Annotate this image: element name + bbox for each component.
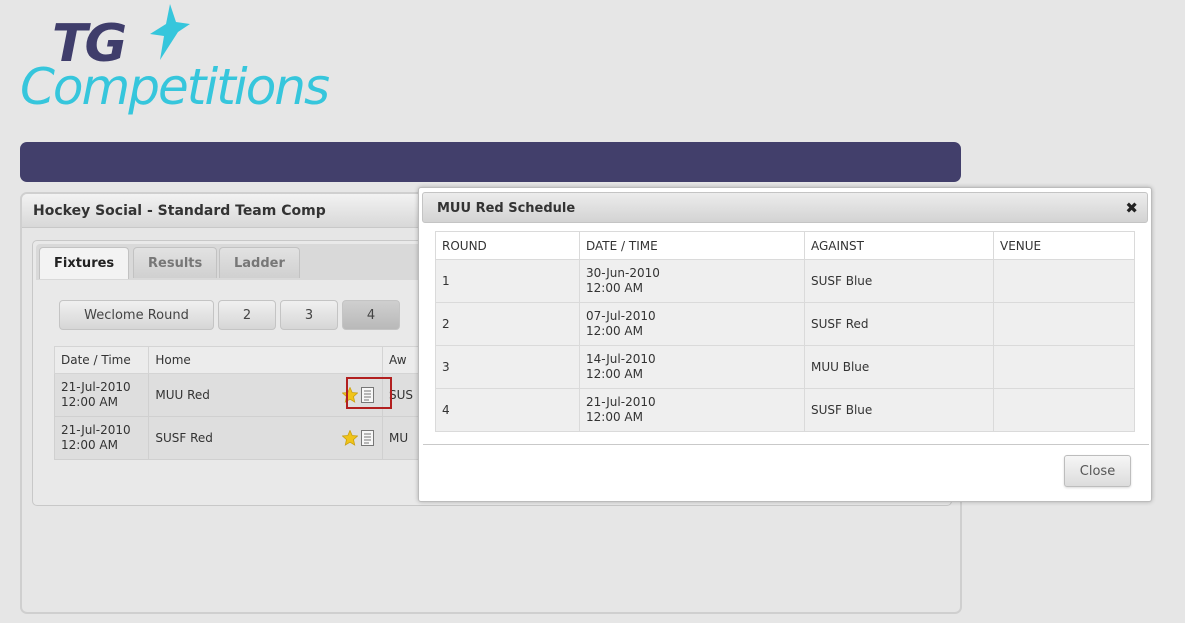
schedule-venue [993, 302, 1135, 346]
col-venue: VENUE [993, 231, 1135, 260]
table-row: 4 21-Jul-2010 12:00 AM SUSF Blue [435, 388, 1135, 432]
round-button-4[interactable]: 4 [342, 300, 400, 330]
schedule-time: 12:00 AM [586, 367, 643, 381]
schedule-table: ROUND DATE / TIME AGAINST VENUE 1 30-Jun… [435, 231, 1135, 432]
schedule-round: 3 [435, 345, 580, 389]
schedule-dialog: MUU Red Schedule ✖ ROUND DATE / TIME AGA… [418, 187, 1152, 502]
round-button-2[interactable]: 2 [218, 300, 276, 330]
close-icon[interactable]: ✖ [1125, 199, 1138, 217]
round-button-welcome[interactable]: Weclome Round [59, 300, 214, 330]
table-row: 21-Jul-2010 12:00 AM SUSF Red MU [53, 416, 421, 460]
schedule-date: 07-Jul-2010 [586, 309, 656, 323]
dialog-title: MUU Red Schedule [437, 201, 576, 216]
fixture-date: 21-Jul-2010 [61, 423, 131, 437]
home-team: MUU Red [155, 388, 210, 402]
table-row: 2 07-Jul-2010 12:00 AM SUSF Red [435, 302, 1135, 346]
schedule-venue [993, 345, 1135, 389]
fixture-time: 12:00 AM [61, 438, 118, 452]
schedule-date: 30-Jun-2010 [586, 266, 660, 280]
close-button[interactable]: Close [1064, 455, 1131, 487]
schedule-datetime: 30-Jun-2010 12:00 AM [579, 259, 805, 303]
main-nav-bar [20, 142, 961, 182]
schedule-datetime: 07-Jul-2010 12:00 AM [579, 302, 805, 346]
star-icon[interactable] [341, 430, 358, 446]
fixture-datetime: 21-Jul-2010 12:00 AM [53, 416, 150, 460]
col-date-time: Date / Time [53, 346, 150, 374]
table-row: 1 30-Jun-2010 12:00 AM SUSF Blue [435, 259, 1135, 303]
col-date-time: DATE / TIME [579, 231, 805, 260]
schedule-round: 4 [435, 388, 580, 432]
round-button-3[interactable]: 3 [280, 300, 338, 330]
schedule-against: SUSF Blue [804, 259, 994, 303]
schedule-datetime: 21-Jul-2010 12:00 AM [579, 388, 805, 432]
fixture-time: 12:00 AM [61, 395, 118, 409]
schedule-datetime: 14-Jul-2010 12:00 AM [579, 345, 805, 389]
logo-star-icon [150, 4, 190, 60]
col-against: AGAINST [804, 231, 994, 260]
col-round: ROUND [435, 231, 580, 260]
schedule-round: 2 [435, 302, 580, 346]
col-away: Aw [381, 346, 421, 374]
tab-ladder[interactable]: Ladder [219, 247, 300, 278]
schedule-date: 21-Jul-2010 [586, 395, 656, 409]
schedule-against: SUSF Blue [804, 388, 994, 432]
fixture-datetime: 21-Jul-2010 12:00 AM [53, 373, 150, 417]
fixture-date: 21-Jul-2010 [61, 380, 131, 394]
schedule-venue [993, 388, 1135, 432]
schedule-venue [993, 259, 1135, 303]
schedule-time: 12:00 AM [586, 324, 643, 338]
table-row: 3 14-Jul-2010 12:00 AM MUU Blue [435, 345, 1135, 389]
schedule-time: 12:00 AM [586, 281, 643, 295]
tab-fixtures[interactable]: Fixtures [39, 247, 130, 279]
fixture-away: MU [381, 416, 421, 460]
schedule-time: 12:00 AM [586, 410, 643, 424]
fixture-home: SUSF Red [148, 416, 383, 460]
schedule-against: SUSF Red [804, 302, 994, 346]
schedule-date: 14-Jul-2010 [586, 352, 656, 366]
tab-results[interactable]: Results [133, 247, 218, 278]
schedule-against: MUU Blue [804, 345, 994, 389]
dialog-footer-divider [423, 444, 1149, 445]
schedule-round: 1 [435, 259, 580, 303]
logo-text-competitions: Competitions [20, 58, 330, 116]
col-home: Home [148, 346, 383, 374]
icon-highlight-box [346, 377, 392, 409]
dialog-header: MUU Red Schedule ✖ [422, 192, 1148, 223]
doc-icon[interactable] [360, 430, 374, 446]
tg-competitions-logo[interactable]: TG Competitions [20, 4, 350, 128]
home-team: SUSF Red [155, 431, 213, 445]
